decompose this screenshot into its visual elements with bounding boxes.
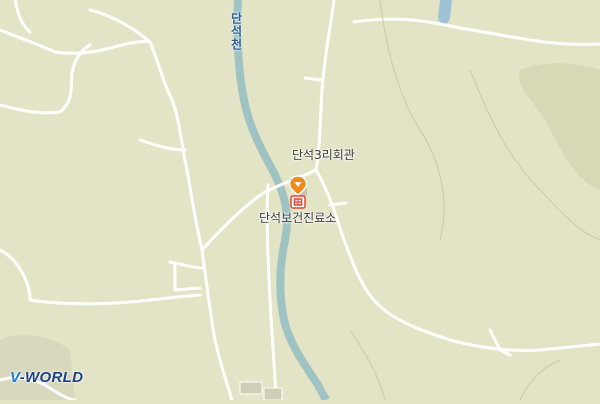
clinic-icon [290,195,306,209]
health-clinic-label[interactable]: 단석보건진료소 [259,209,336,226]
location-pin[interactable] [288,175,308,209]
road [328,201,348,207]
building [239,381,263,395]
map-view[interactable]: 단석천 단석3리회관 단석보건진료소 V-WORLD [0,0,600,402]
vworld-logo: V-WORLD [10,369,84,386]
stream-label: 단석천 [229,12,243,51]
building [263,387,283,401]
location-pin-icon[interactable] [288,175,308,209]
road [303,76,324,82]
village-hall-label[interactable]: 단석3리회관 [292,146,355,163]
